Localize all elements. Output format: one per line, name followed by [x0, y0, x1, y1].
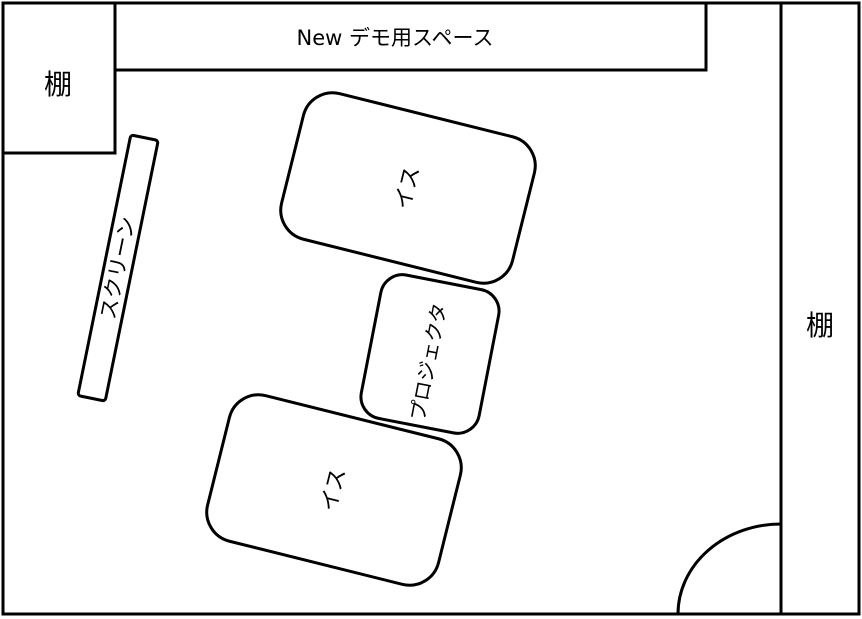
- demo-space[interactable]: New デモ用スペース: [113, 1, 708, 72]
- shelf-left-label: 棚: [44, 68, 72, 101]
- projector[interactable]: プロジェクタ: [357, 271, 503, 437]
- floor-plan: New デモ用スペース 棚 棚 スクリーン イス プロジェクタ イス: [1, 1, 861, 616]
- shelf-right-label: 棚: [806, 309, 834, 342]
- shelf-right[interactable]: 棚: [779, 1, 861, 616]
- shelf-left[interactable]: 棚: [1, 1, 117, 155]
- demo-space-label: New デモ用スペース: [297, 26, 494, 50]
